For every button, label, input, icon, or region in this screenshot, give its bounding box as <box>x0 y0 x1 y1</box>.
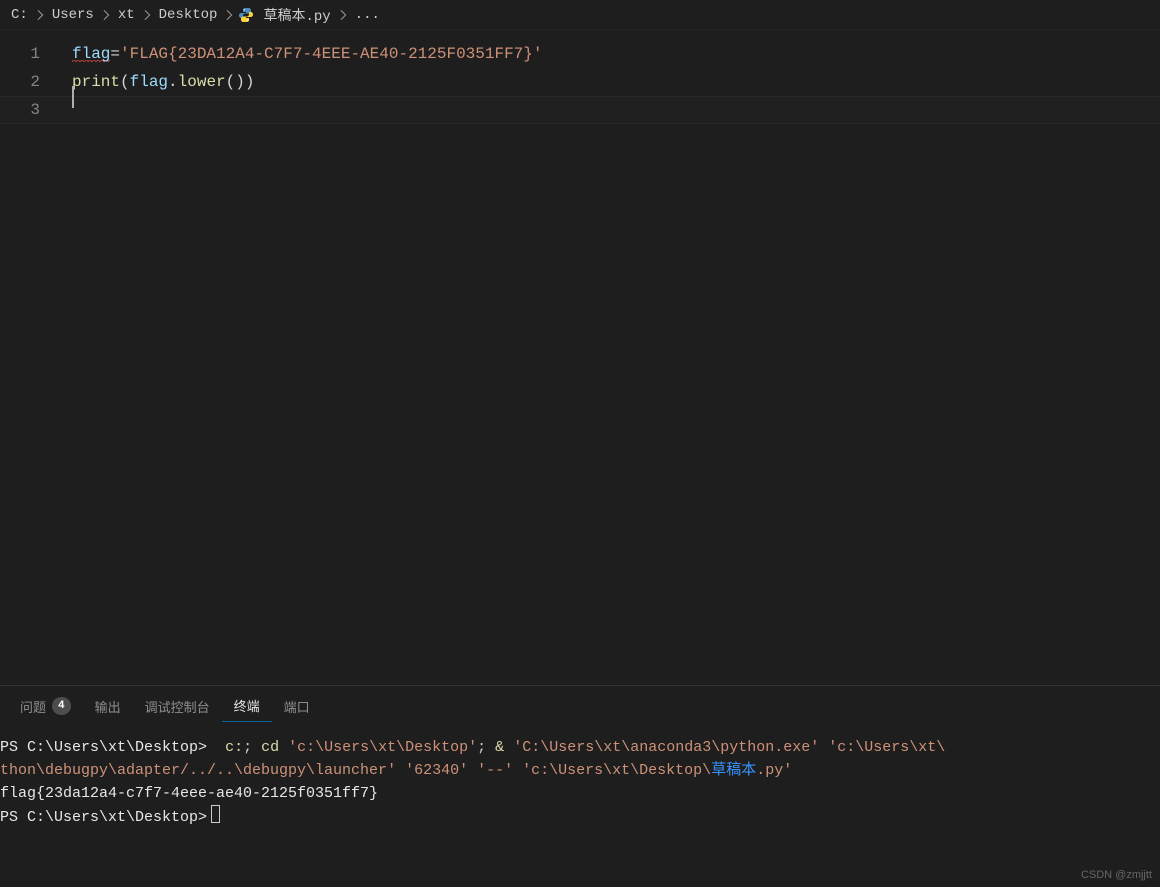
terminal-prompt: PS <box>0 809 27 826</box>
terminal-output: flag{23da12a4-c7f7-4eee-ae40-2125f0351ff… <box>0 785 378 802</box>
terminal-text: ; <box>477 739 495 756</box>
bottom-panel: 问题 4 输出 调试控制台 终端 端口 PS C:\Users\xt\Deskt… <box>0 685 1160 887</box>
editor-cursor <box>72 86 74 108</box>
tab-label: 终端 <box>234 696 260 715</box>
terminal-text <box>468 762 477 779</box>
line-number: 1 <box>0 40 60 68</box>
terminal-text <box>207 739 225 756</box>
punctuation-token: ) <box>235 73 245 91</box>
tab-problems[interactable]: 问题 4 <box>8 691 83 722</box>
terminal-path: C:\Users\xt\Desktop <box>27 739 198 756</box>
tab-output[interactable]: 输出 <box>83 691 133 722</box>
terminal-cursor <box>211 805 220 823</box>
breadcrumb-seg-more[interactable]: ... <box>352 7 383 23</box>
tab-terminal[interactable]: 终端 <box>222 690 272 722</box>
python-file-icon <box>238 7 254 23</box>
breadcrumb-seg-users[interactable]: Users <box>49 7 97 23</box>
terminal-string: 'c:\Users\xt\Desktop' <box>288 739 477 756</box>
function-token: print <box>72 73 120 91</box>
terminal-string: 草稿本 <box>711 762 756 779</box>
tab-debug-console[interactable]: 调试控制台 <box>133 691 222 722</box>
terminal-cmd: c: <box>225 739 243 756</box>
terminal-string: 'c:\Users\xt\Desktop\ <box>522 762 711 779</box>
chevron-right-icon <box>97 8 115 22</box>
string-token: 'FLAG{23DA12A4-C7F7-4EEE-AE40-2125F0351F… <box>120 45 542 63</box>
method-token: lower <box>178 73 226 91</box>
terminal-string: 'c:\Users\xt\ <box>828 739 945 756</box>
chevron-right-icon <box>220 8 238 22</box>
chevron-right-icon <box>31 8 49 22</box>
problems-count-badge: 4 <box>52 697 71 715</box>
punctuation-token: . <box>168 73 178 91</box>
tab-label: 端口 <box>284 697 310 716</box>
tab-label: 调试控制台 <box>145 697 210 716</box>
code-line[interactable]: print(flag.lower()) <box>60 68 1160 96</box>
punctuation-token: ( <box>226 73 236 91</box>
tab-label: 输出 <box>95 697 121 716</box>
breadcrumb-seg-xt[interactable]: xt <box>115 7 138 23</box>
chevron-right-icon <box>138 8 156 22</box>
operator-token: = <box>110 45 120 63</box>
tab-label: 问题 <box>20 697 46 716</box>
code-line[interactable]: flag='FLAG{23DA12A4-C7F7-4EEE-AE40-2125F… <box>60 40 1160 68</box>
terminal-string: '--' <box>477 762 513 779</box>
line-number: 2 <box>0 68 60 96</box>
breadcrumb[interactable]: C: Users xt Desktop 草稿本.py ... <box>0 0 1160 30</box>
line-number: 3 <box>0 96 60 124</box>
terminal-path: C:\Users\xt\Desktop <box>27 809 198 826</box>
terminal-text <box>819 739 828 756</box>
terminal-string: '62340' <box>405 762 468 779</box>
line-number-gutter: 1 2 3 <box>0 30 60 685</box>
code-editor[interactable]: 1 2 3 flag='FLAG{23DA12A4-C7F7-4EEE-AE40… <box>0 30 1160 685</box>
watermark: CSDN @zmjjtt <box>1081 869 1152 881</box>
terminal-string: thon\debugpy\adapter/../..\debugpy\launc… <box>0 762 396 779</box>
breadcrumb-seg-drive[interactable]: C: <box>8 7 31 23</box>
punctuation-token: ) <box>245 73 255 91</box>
breadcrumb-seg-desktop[interactable]: Desktop <box>156 7 221 23</box>
code-area[interactable]: flag='FLAG{23DA12A4-C7F7-4EEE-AE40-2125F… <box>60 30 1160 685</box>
terminal-string: .py' <box>756 762 792 779</box>
breadcrumb-seg-file[interactable]: 草稿本.py <box>260 5 333 25</box>
terminal-gt: > <box>198 739 207 756</box>
terminal-cmd: cd <box>261 739 288 756</box>
punctuation-token: ( <box>120 73 130 91</box>
terminal-content[interactable]: PS C:\Users\xt\Desktop> c:; cd 'c:\Users… <box>0 726 1160 887</box>
tab-ports[interactable]: 端口 <box>272 691 322 722</box>
terminal-text <box>513 762 522 779</box>
terminal-text: ; <box>243 739 261 756</box>
variable-token: flag <box>130 73 168 91</box>
terminal-gt: > <box>198 809 207 826</box>
terminal-string: 'C:\Users\xt\anaconda3\python.exe' <box>513 739 819 756</box>
panel-tabs: 问题 4 输出 调试控制台 终端 端口 <box>0 686 1160 726</box>
variable-token: flag <box>72 45 110 64</box>
terminal-prompt: PS <box>0 739 27 756</box>
code-line[interactable] <box>60 96 1160 124</box>
terminal-cmd: & <box>495 739 513 756</box>
chevron-right-icon <box>334 8 352 22</box>
terminal-text <box>396 762 405 779</box>
